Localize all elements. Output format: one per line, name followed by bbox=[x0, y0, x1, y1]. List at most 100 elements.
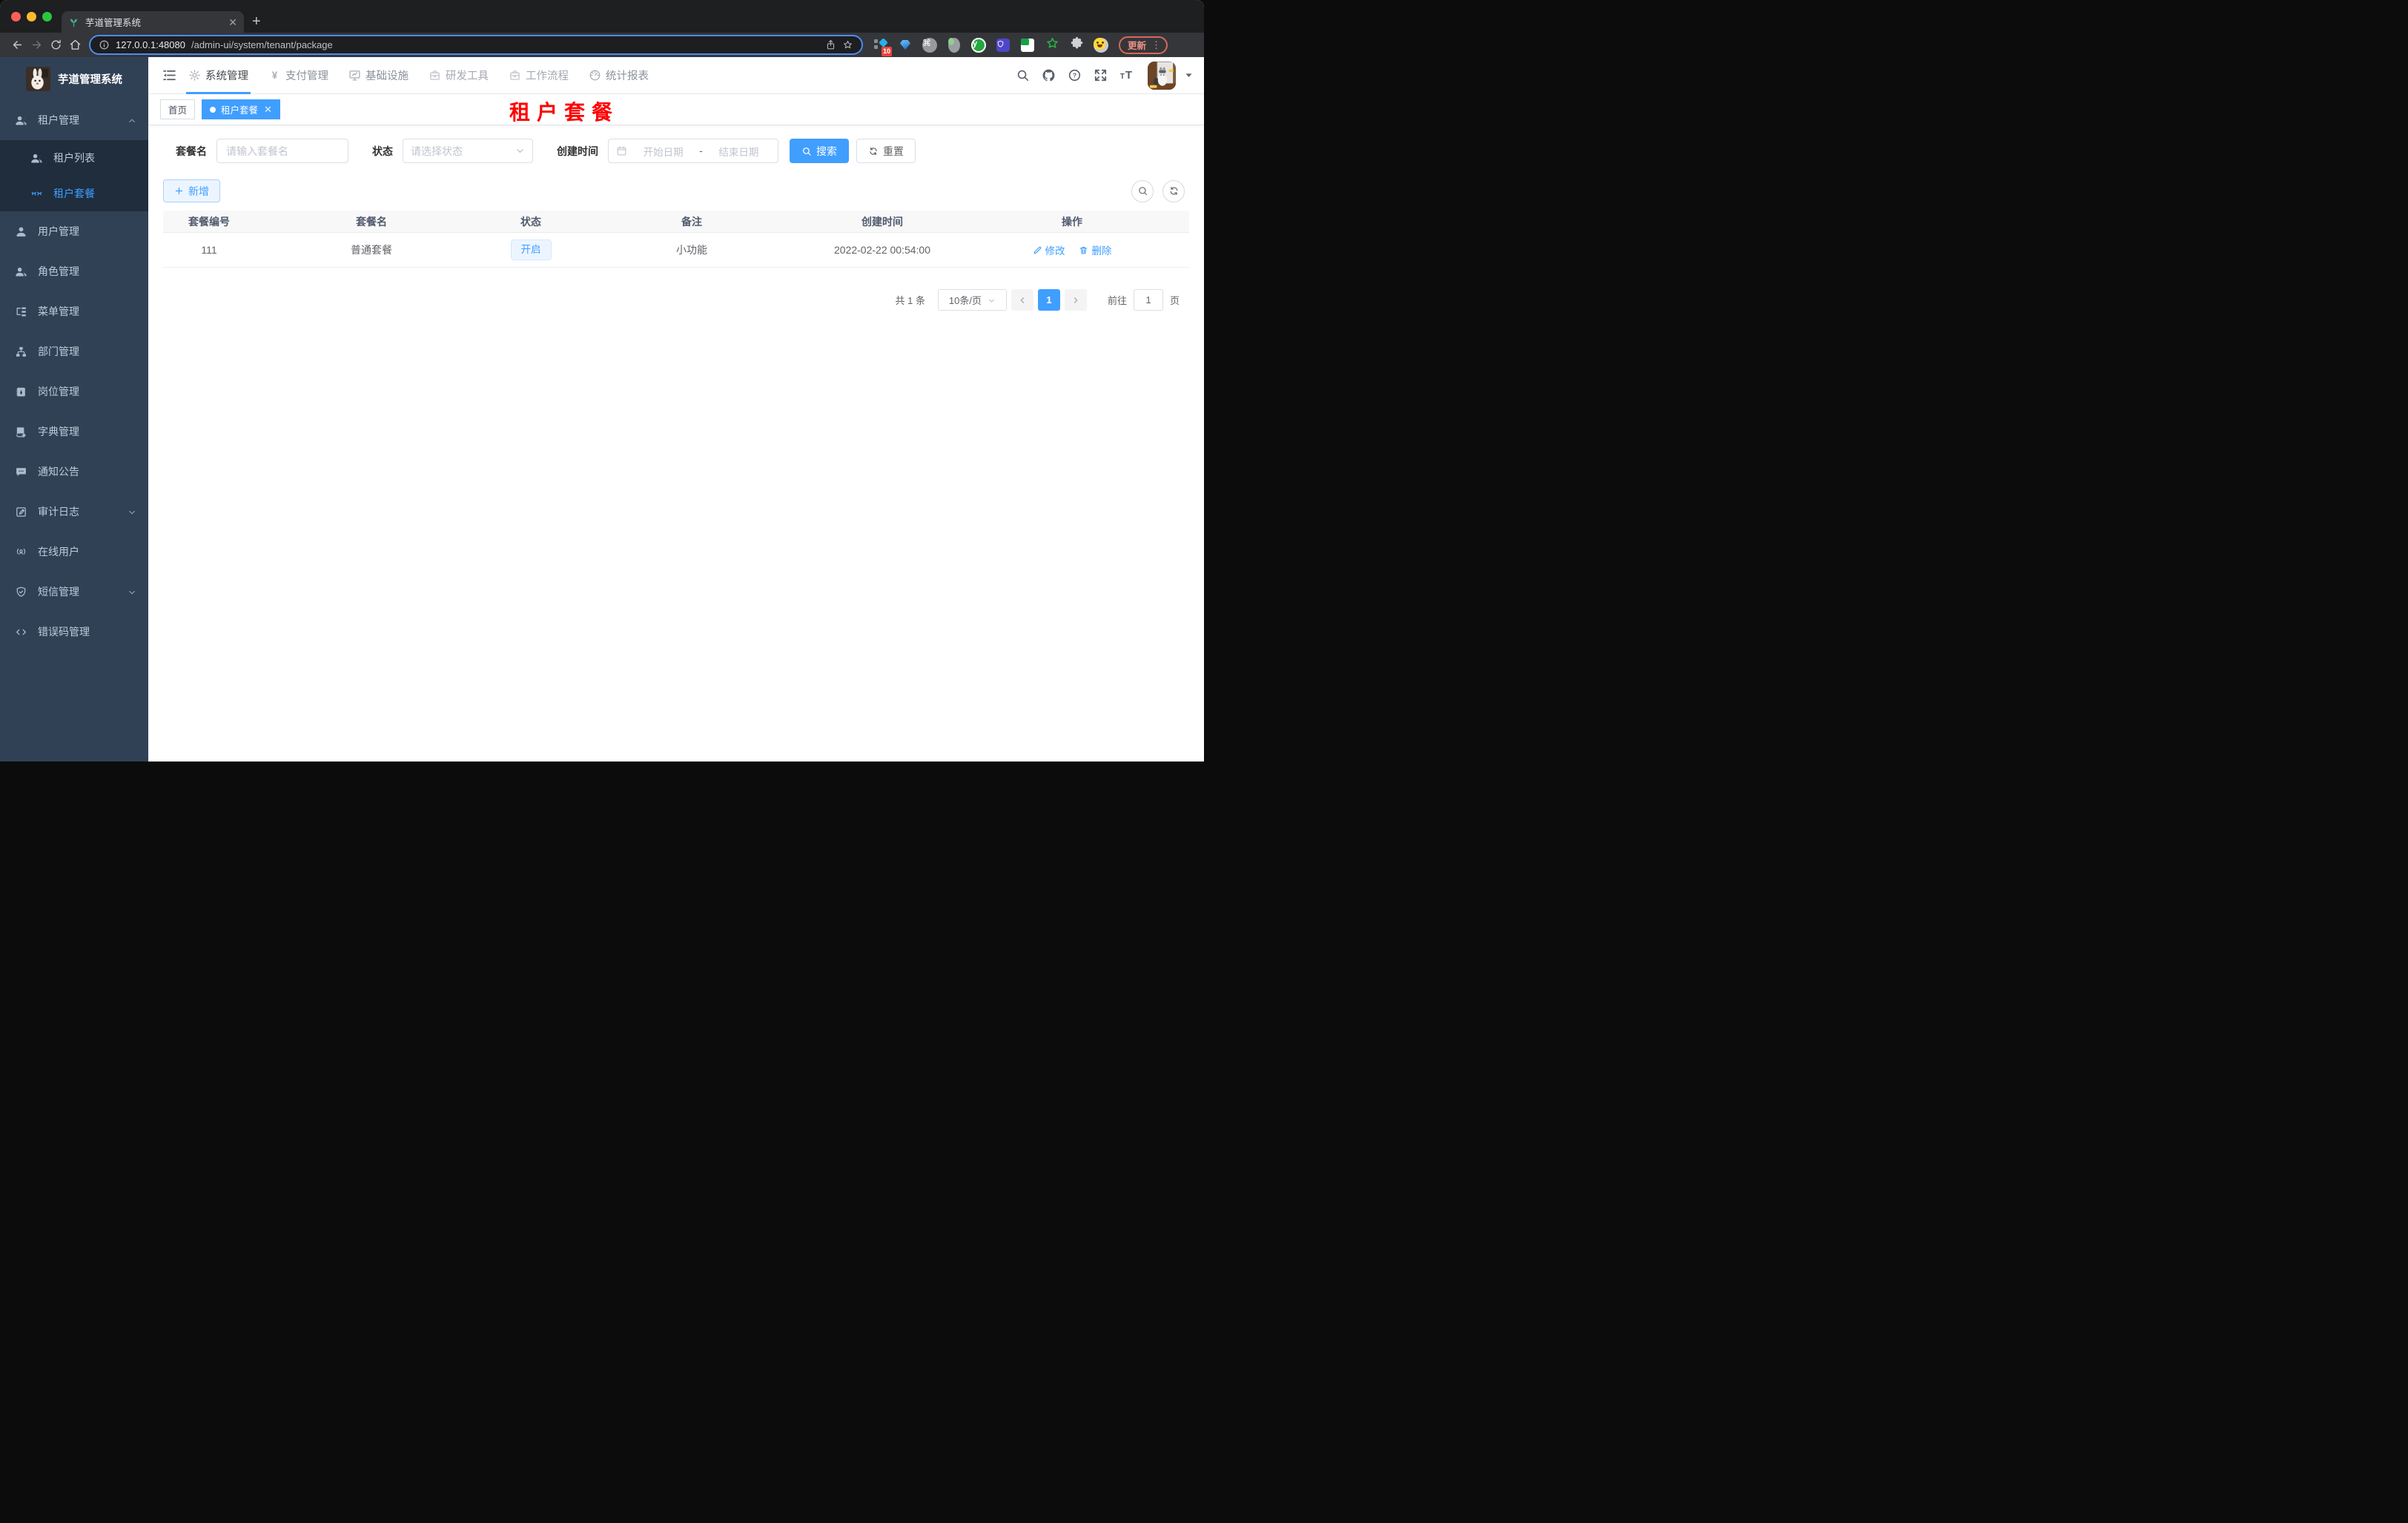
extension-command-icon[interactable]: ⌘ bbox=[922, 37, 938, 53]
browser-tab[interactable]: 芋道管理系统 ✕ bbox=[62, 11, 244, 33]
refresh-button[interactable] bbox=[1162, 179, 1185, 202]
sidebar-item-notice[interactable]: 通知公告 bbox=[0, 452, 148, 492]
app-logo[interactable]: 芋道管理系统 bbox=[0, 57, 148, 100]
sidebar-label: 租户套餐 bbox=[53, 188, 95, 199]
extension-shield-purple-icon[interactable] bbox=[995, 37, 1011, 53]
fullscreen-icon[interactable] bbox=[1094, 68, 1108, 82]
github-icon[interactable] bbox=[1042, 68, 1056, 82]
next-page-button[interactable] bbox=[1064, 289, 1087, 311]
search-icon[interactable] bbox=[1016, 68, 1030, 82]
tag-close-icon[interactable]: ✕ bbox=[264, 104, 272, 116]
date-separator: - bbox=[699, 145, 703, 156]
sidebar-item-dept[interactable]: 部门管理 bbox=[0, 331, 148, 371]
app-header: 系统管理 ¥ 支付管理 基础设施 研发工具 工作流程 统计报表 ? TT bbox=[148, 57, 1204, 94]
sidebar-item-role[interactable]: 角色管理 bbox=[0, 251, 148, 291]
extension-star-green-icon[interactable] bbox=[1044, 37, 1060, 53]
extension-gem-icon[interactable] bbox=[897, 37, 913, 53]
topnav-label: 基础设施 bbox=[366, 70, 408, 82]
tag-home[interactable]: 首页 bbox=[160, 99, 196, 119]
briefcase-icon bbox=[509, 69, 521, 82]
reload-icon[interactable] bbox=[46, 36, 65, 55]
home-icon[interactable] bbox=[65, 36, 85, 55]
sidebar-item-tenant-package[interactable]: 租户套餐 bbox=[0, 176, 148, 211]
pagination: 共 1 条 10条/页 1 前往 页 bbox=[163, 289, 1189, 311]
column-header: 套餐名 bbox=[356, 215, 387, 228]
info-icon[interactable] bbox=[99, 39, 110, 50]
back-icon[interactable] bbox=[7, 36, 27, 55]
forward-icon[interactable] bbox=[27, 36, 46, 55]
search-button[interactable]: 搜索 bbox=[790, 139, 849, 163]
collapse-icon[interactable] bbox=[162, 67, 177, 83]
help-icon[interactable]: ? bbox=[1068, 68, 1082, 82]
sidebar-item-post[interactable]: 岗位管理 bbox=[0, 371, 148, 412]
goto-page-input[interactable] bbox=[1133, 289, 1163, 311]
topnav: 系统管理 ¥ 支付管理 基础设施 研发工具 工作流程 统计报表 bbox=[186, 57, 669, 94]
tag-label: 首页 bbox=[168, 105, 188, 116]
extension-chat-green-icon[interactable] bbox=[1019, 37, 1036, 53]
package-name-input[interactable] bbox=[216, 139, 348, 163]
sidebar-item-user[interactable]: 用户管理 bbox=[0, 211, 148, 251]
sidebar-item-sms[interactable]: 短信管理 bbox=[0, 572, 148, 612]
window-zoom-button[interactable] bbox=[42, 12, 52, 22]
tab-close-icon[interactable]: ✕ bbox=[228, 17, 237, 27]
browser-menu-icon[interactable]: ⋮ bbox=[1148, 39, 1164, 51]
dropdown-caret-icon[interactable] bbox=[1184, 70, 1194, 80]
sidebar-item-errcode[interactable]: 错误码管理 bbox=[0, 612, 148, 652]
topnav-item-system[interactable]: 系统管理 bbox=[186, 57, 251, 94]
status-select[interactable]: 请选择状态 bbox=[403, 139, 533, 163]
window-minimize-button[interactable] bbox=[27, 12, 36, 22]
cell-created-at: 2022-02-22 00:54:00 bbox=[834, 244, 930, 256]
url-bar[interactable]: 127.0.0.1:48080 /admin-ui/system/tenant/… bbox=[89, 35, 863, 55]
svg-text:?: ? bbox=[1073, 72, 1076, 79]
add-label: 新增 bbox=[188, 185, 209, 197]
extension-grid-diamond-icon[interactable]: 10 bbox=[873, 37, 892, 56]
window-controls bbox=[11, 12, 52, 22]
sidebar-item-tenant[interactable]: 租户管理 bbox=[0, 100, 148, 140]
sidebar-item-tenant-list[interactable]: 租户列表 bbox=[0, 140, 148, 176]
delete-link[interactable]: 删除 bbox=[1079, 242, 1111, 257]
sidebar-label: 菜单管理 bbox=[38, 305, 79, 317]
topnav-item-flow[interactable]: 工作流程 bbox=[509, 57, 569, 93]
new-tab-icon[interactable]: + bbox=[252, 14, 261, 29]
sidebar-label: 通知公告 bbox=[38, 466, 79, 478]
sidebar-item-online[interactable]: 在线用户 bbox=[0, 532, 148, 572]
font-size-icon[interactable]: TT bbox=[1119, 68, 1134, 82]
tenant-package-icon bbox=[30, 188, 43, 200]
user-icon bbox=[15, 225, 27, 238]
user-avatar[interactable] bbox=[1148, 61, 1176, 90]
topnav-item-infra[interactable]: 基础设施 bbox=[348, 57, 408, 93]
yen-icon: ¥ bbox=[268, 69, 281, 82]
extension-puzzle-icon[interactable] bbox=[1068, 36, 1085, 53]
topnav-label: 研发工具 bbox=[446, 70, 489, 82]
browser-update-button[interactable]: 更新 ⋮ bbox=[1119, 36, 1168, 54]
sidebar-item-dict[interactable]: 字典管理 bbox=[0, 412, 148, 452]
window-close-button[interactable] bbox=[11, 12, 21, 22]
sidebar-item-audit[interactable]: 审计日志 bbox=[0, 492, 148, 532]
prev-page-button[interactable] bbox=[1010, 289, 1033, 311]
star-icon[interactable] bbox=[842, 39, 853, 50]
edit-label: 修改 bbox=[1045, 245, 1065, 257]
table-header-row: 套餐编号 套餐名 状态 备注 创建时间 操作 bbox=[163, 211, 1189, 233]
add-button[interactable]: 新增 bbox=[163, 179, 220, 202]
topnav-item-report[interactable]: 统计报表 bbox=[589, 57, 649, 93]
page-content: 套餐名 状态 请选择状态 创建时间 开始日期 - 结束日期 bbox=[148, 125, 1204, 762]
tag-tenant-package[interactable]: 租户套餐 ✕ bbox=[202, 99, 280, 119]
favicon-plant-icon bbox=[68, 16, 79, 27]
share-icon[interactable] bbox=[825, 39, 836, 50]
topnav-item-dev[interactable]: 研发工具 bbox=[429, 57, 489, 93]
page-size-select[interactable]: 10条/页 bbox=[937, 289, 1007, 311]
date-range-picker[interactable]: 开始日期 - 结束日期 bbox=[608, 139, 778, 163]
reset-button[interactable]: 重置 bbox=[856, 139, 916, 163]
extension-oval-green-icon[interactable] bbox=[946, 37, 962, 53]
current-page-button[interactable]: 1 bbox=[1037, 289, 1060, 311]
org-icon bbox=[15, 346, 27, 358]
extension-y-circle-icon[interactable]: y bbox=[970, 37, 987, 53]
extension-emoji-face-icon[interactable] bbox=[1093, 37, 1109, 53]
sidebar-item-menu[interactable]: 菜单管理 bbox=[0, 291, 148, 331]
column-header: 创建时间 bbox=[861, 215, 903, 228]
topnav-item-pay[interactable]: ¥ 支付管理 bbox=[268, 57, 328, 93]
toggle-search-button[interactable] bbox=[1131, 179, 1154, 202]
edit-link[interactable]: 修改 bbox=[1033, 242, 1065, 257]
status-badge: 开启 bbox=[510, 239, 552, 260]
active-dot bbox=[210, 106, 216, 113]
